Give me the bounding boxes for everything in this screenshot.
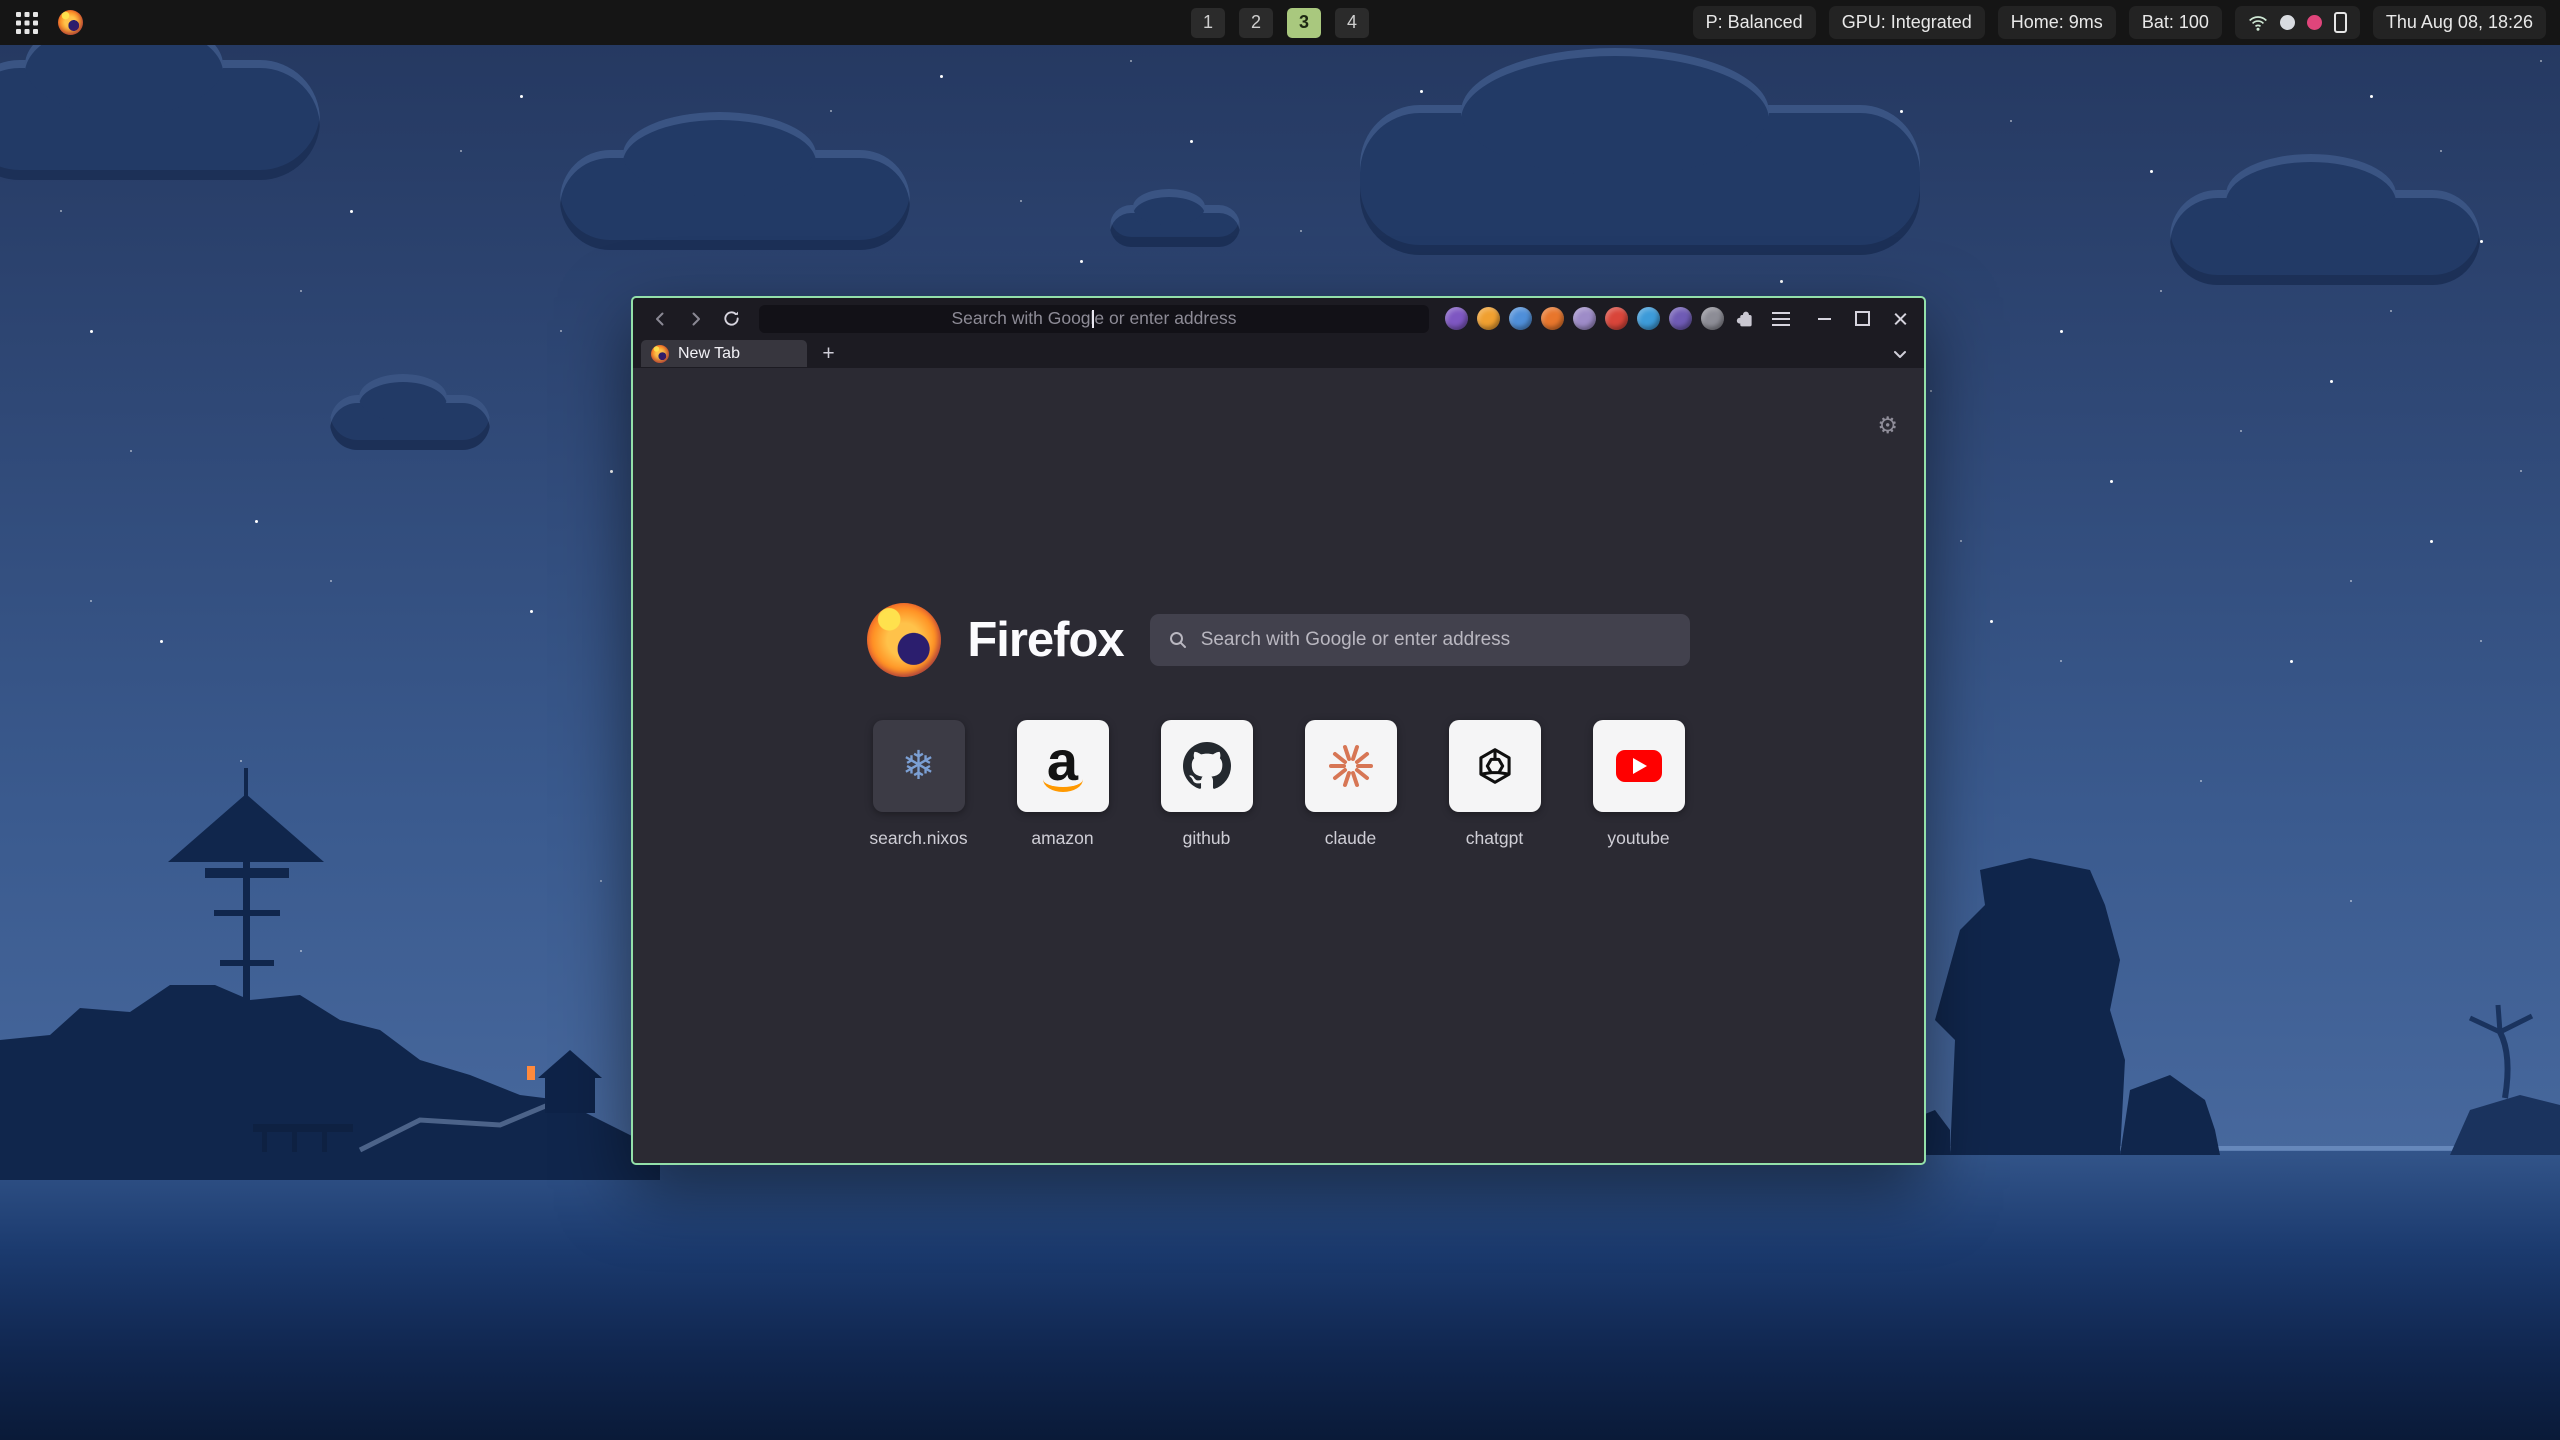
amazon-tile: a [1017,720,1109,812]
hut-sign [527,1066,535,1080]
url-input[interactable] [771,308,1417,329]
claude-tile [1305,720,1397,812]
minimize-button[interactable] [1816,310,1834,328]
extension-icon[interactable] [1701,307,1724,330]
tab-strip: New Tab + [633,339,1924,368]
power-profile-status[interactable]: P: Balanced [1693,6,1816,39]
battery-status[interactable]: Bat: 100 [2129,6,2222,39]
newtab-search-bar[interactable] [1150,614,1690,666]
app-launcher-icon[interactable] [14,10,40,36]
recorder-icon[interactable] [2307,15,2322,30]
nixos-snowflake-icon: ❄ [902,743,936,789]
shortcut-github[interactable]: github [1161,720,1253,849]
topbar: 1 2 3 4 P: Balanced GPU: Integrated Home… [0,0,2560,45]
shortcut-label: chatgpt [1466,828,1523,849]
search-icon [1168,630,1188,650]
claude-starburst-icon [1327,742,1375,790]
reload-button[interactable] [717,304,747,334]
newtab-search-input[interactable] [1201,629,1672,651]
shortcut-claude[interactable]: claude [1305,720,1397,849]
shortcut-label: amazon [1031,828,1093,849]
firefox-app-icon[interactable] [58,10,83,35]
menu-button[interactable] [1766,304,1796,334]
newtab-hero: Firefox [633,603,1924,677]
new-tab-button[interactable]: + [815,340,842,367]
firefox-wordmark: Firefox [967,612,1123,668]
firefox-window: New Tab + ⚙ Firefox ❄ s [631,296,1926,1165]
tab-new-tab[interactable]: New Tab [641,340,807,367]
shortcut-label: youtube [1607,828,1669,849]
tab-title: New Tab [678,345,740,363]
shortcut-youtube[interactable]: youtube [1593,720,1685,849]
list-tabs-chevron-icon[interactable] [1892,346,1908,362]
extension-icon[interactable] [1637,307,1660,330]
workspace-button[interactable]: 4 [1335,8,1369,38]
ping-status[interactable]: Home: 9ms [1998,6,2116,39]
indicator-icon[interactable] [2280,15,2295,30]
extensions-puzzle-icon[interactable] [1730,304,1760,334]
shortcut-label: search.nixos [869,828,967,849]
github-icon [1183,742,1231,790]
extension-icon[interactable] [1541,307,1564,330]
extension-icon[interactable] [1605,307,1628,330]
watchtower-pole [243,830,250,1160]
shortcut-amazon[interactable]: a amazon [1017,720,1109,849]
nixos-tile: ❄ [873,720,965,812]
chatgpt-tile [1449,720,1541,812]
shortcut-search-nixos[interactable]: ❄ search.nixos [873,720,965,849]
github-tile [1161,720,1253,812]
extension-icon[interactable] [1445,307,1468,330]
personalize-gear-icon[interactable]: ⚙ [1877,412,1898,439]
youtube-tile [1593,720,1685,812]
tray-icons [2235,6,2360,39]
workspace-switcher: 1 2 3 4 [1191,8,1369,38]
shortcut-tiles: ❄ search.nixos a amazon github [633,720,1924,849]
extension-icon[interactable] [1509,307,1532,330]
wifi-icon[interactable] [2248,13,2268,33]
extension-icon[interactable] [1669,307,1692,330]
shortcut-label: claude [1325,828,1377,849]
extension-icons [1445,307,1724,330]
gpu-status[interactable]: GPU: Integrated [1829,6,1985,39]
youtube-icon [1616,750,1662,782]
url-bar[interactable] [759,305,1429,333]
maximize-button[interactable] [1854,310,1872,328]
workspace-button[interactable]: 1 [1191,8,1225,38]
extension-icon[interactable] [1573,307,1596,330]
new-tab-page: ⚙ Firefox ❄ search.nixos a [633,368,1924,1163]
firefox-logo [867,603,941,677]
back-button[interactable] [645,304,675,334]
close-button[interactable] [1892,310,1910,328]
extension-icon[interactable] [1477,307,1500,330]
topbar-status: P: Balanced GPU: Integrated Home: 9ms Ba… [1693,6,2546,39]
browser-toolbar [633,298,1924,339]
topbar-left [14,10,83,36]
shortcut-chatgpt[interactable]: chatgpt [1449,720,1541,849]
firefox-favicon [651,345,669,363]
shortcut-label: github [1183,828,1231,849]
clock[interactable]: Thu Aug 08, 18:26 [2373,6,2546,39]
window-controls [1816,310,1910,328]
workspace-button[interactable]: 2 [1239,8,1273,38]
chatgpt-icon [1472,743,1518,789]
workspace-button[interactable]: 3 [1287,8,1321,38]
phone-icon[interactable] [2334,12,2347,33]
text-caret [1092,310,1094,328]
forward-button[interactable] [681,304,711,334]
